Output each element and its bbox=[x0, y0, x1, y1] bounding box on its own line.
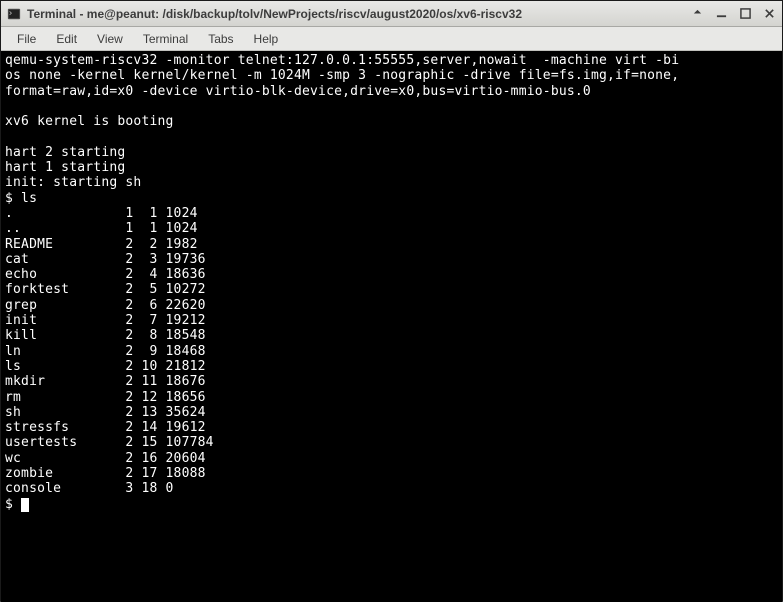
minimize-button[interactable] bbox=[714, 7, 728, 21]
menu-view[interactable]: View bbox=[87, 29, 133, 49]
window-controls bbox=[690, 7, 776, 21]
titlebar-left: Terminal - me@peanut: /disk/backup/tolv/… bbox=[7, 7, 522, 21]
menu-terminal[interactable]: Terminal bbox=[133, 29, 198, 49]
cmd-line: os none -kernel kernel/kernel -m 1024M -… bbox=[5, 68, 679, 83]
window-title: Terminal - me@peanut: /disk/backup/tolv/… bbox=[27, 7, 522, 21]
file-listing: . 1 1 1024 .. 1 1 1024 README 2 2 1982 c… bbox=[5, 206, 214, 496]
init-message: init: starting sh bbox=[5, 175, 141, 190]
hart-message: hart 2 starting bbox=[5, 145, 125, 160]
menu-edit[interactable]: Edit bbox=[46, 29, 87, 49]
menubar: File Edit View Terminal Tabs Help bbox=[1, 27, 782, 51]
menu-tabs[interactable]: Tabs bbox=[198, 29, 243, 49]
titlebar: Terminal - me@peanut: /disk/backup/tolv/… bbox=[1, 1, 782, 27]
terminal-icon bbox=[7, 7, 21, 21]
hart-message: hart 1 starting bbox=[5, 160, 125, 175]
cmd-line: qemu-system-riscv32 -monitor telnet:127.… bbox=[5, 53, 679, 68]
menu-file[interactable]: File bbox=[7, 29, 46, 49]
cursor bbox=[21, 498, 29, 512]
close-button[interactable] bbox=[762, 7, 776, 21]
cmd-line: format=raw,id=x0 -device virtio-blk-devi… bbox=[5, 84, 591, 99]
maximize-button[interactable] bbox=[738, 7, 752, 21]
prompt-line: $ bbox=[5, 497, 21, 512]
prompt-line: $ ls bbox=[5, 191, 37, 206]
boot-message: xv6 kernel is booting bbox=[5, 114, 174, 129]
keep-above-icon[interactable] bbox=[690, 7, 704, 21]
menu-help[interactable]: Help bbox=[244, 29, 289, 49]
terminal-output[interactable]: qemu-system-riscv32 -monitor telnet:127.… bbox=[1, 51, 782, 602]
